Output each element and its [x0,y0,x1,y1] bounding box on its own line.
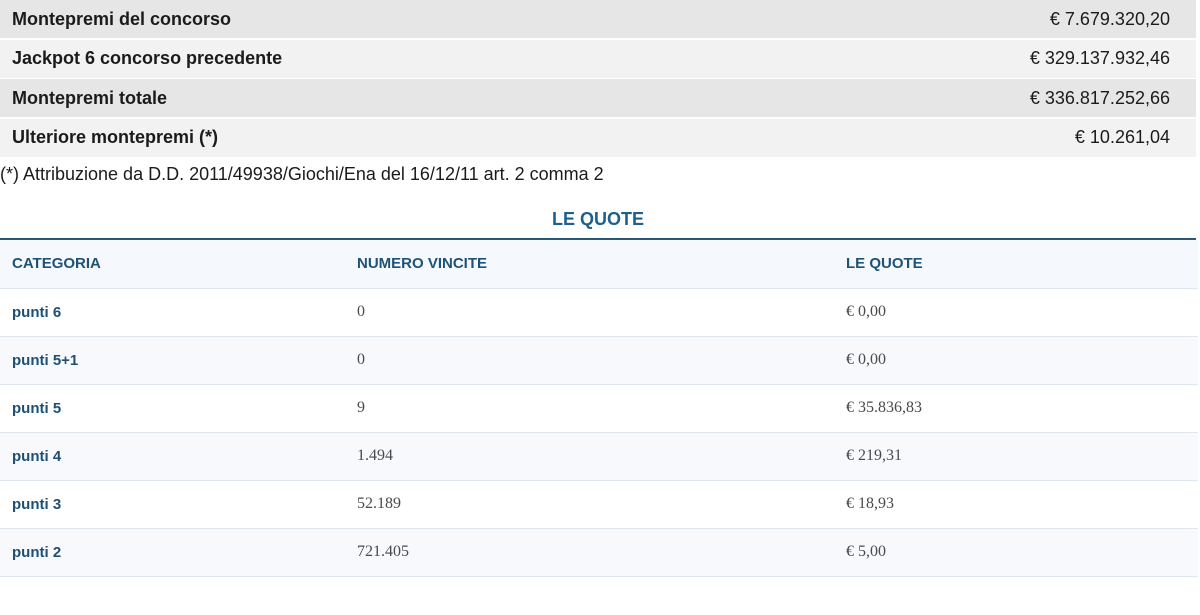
summary-value: € 329.137.932,46 [1029,48,1170,68]
numero-vincite-cell: 0 [345,336,834,385]
summary-row-jackpot-precedente: Jackpot 6 concorso precedente € 329.137.… [0,39,1196,78]
footnote: (*) Attribuzione da D.D. 2011/49938/Gioc… [0,164,604,184]
numero-vincite-cell: 52.189 [345,480,834,529]
categoria-cell: punti 5+1 [0,336,345,385]
quota-cell: € 18,93 [834,480,1198,529]
summary-value: € 10.261,04 [1074,127,1170,147]
table-header-row: CATEGORIA NUMERO VINCITE LE QUOTE [0,240,1198,289]
numero-vincite-cell: 721.405 [345,528,834,577]
categoria-cell: punti 4 [0,432,345,481]
montepremi-summary: Montepremi del concorso € 7.679.320,20 J… [0,0,1196,157]
categoria-cell: punti 6 [0,288,345,337]
summary-label: Jackpot 6 concorso precedente [12,48,283,68]
categoria-cell: punti 3 [0,480,345,529]
summary-row-montepremi-totale: Montepremi totale € 336.817.252,66 [0,79,1196,117]
quota-cell: € 35.836,83 [834,384,1198,433]
summary-label: Montepremi totale [12,87,168,108]
numero-vincite-cell: 1.494 [345,432,834,481]
column-header-le-quote: LE QUOTE [834,240,1198,289]
summary-label: Montepremi del concorso [12,8,232,29]
table-row: punti 6 0 € 0,00 [0,288,1198,337]
summary-label: Ulteriore montepremi (*) [12,127,219,147]
quota-cell: € 219,31 [834,432,1198,481]
table-row: punti 5+1 0 € 0,00 [0,336,1198,385]
quota-cell: € 0,00 [834,336,1198,385]
column-header-categoria: CATEGORIA [0,240,345,289]
table-row: punti 4 1.494 € 219,31 [0,432,1198,481]
categoria-cell: punti 5 [0,384,345,433]
quota-cell: € 0,00 [834,288,1198,337]
summary-row-ulteriore-montepremi: Ulteriore montepremi (*) € 10.261,04 [0,118,1196,157]
numero-vincite-cell: 9 [345,384,834,433]
column-header-numero-vincite: NUMERO VINCITE [345,240,834,289]
summary-value: € 7.679.320,20 [1049,8,1170,29]
categoria-cell: punti 2 [0,528,345,577]
summary-value: € 336.817.252,66 [1029,87,1170,108]
quota-cell: € 5,00 [834,528,1198,577]
numero-vincite-cell: 0 [345,288,834,337]
table-row: punti 5 9 € 35.836,83 [0,384,1198,433]
quote-table: CATEGORIA NUMERO VINCITE LE QUOTE punti … [0,240,1198,577]
table-row: punti 2 721.405 € 5,00 [0,528,1198,577]
table-row: punti 3 52.189 € 18,93 [0,480,1198,529]
summary-row-montepremi-concorso: Montepremi del concorso € 7.679.320,20 [0,0,1196,38]
quote-section-title: LE QUOTE [0,190,1196,240]
